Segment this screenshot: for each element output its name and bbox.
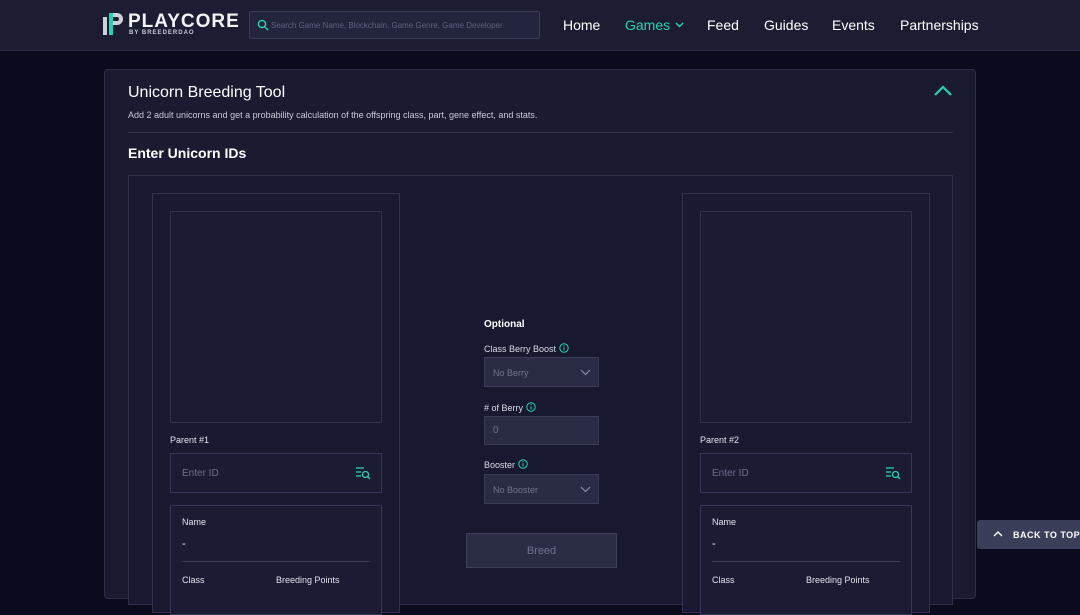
- nav-guides[interactable]: Guides: [764, 17, 808, 33]
- section-title: Enter Unicorn IDs: [128, 145, 247, 161]
- search-icon: [257, 19, 269, 31]
- list-search-icon[interactable]: [355, 466, 371, 480]
- search-input[interactable]: [271, 12, 536, 38]
- back-to-top-label: BACK TO TOP: [1013, 530, 1080, 540]
- info-icon[interactable]: [559, 343, 569, 353]
- chevron-down-icon: [580, 486, 591, 493]
- chevron-up-icon: [993, 531, 1003, 537]
- info-icon[interactable]: [518, 459, 528, 469]
- chevron-down-icon: [675, 22, 684, 28]
- berry-count-field[interactable]: [484, 416, 599, 445]
- tool-title: Unicorn Breeding Tool: [128, 84, 286, 101]
- parent-2-panel: Parent #2 Name - Class Breeding Points: [682, 193, 930, 615]
- nav-games[interactable]: Games: [625, 17, 684, 33]
- class-label: Class: [712, 575, 735, 585]
- breed-button[interactable]: Breed: [466, 533, 617, 568]
- name-value: -: [182, 538, 186, 550]
- name-value: -: [712, 538, 716, 550]
- booster-value: No Booster: [493, 485, 539, 495]
- header-divider: [128, 132, 953, 133]
- name-label: Name: [182, 517, 207, 527]
- breeding-points-label: Breeding Points: [276, 575, 340, 585]
- game-search-box[interactable]: [249, 11, 540, 39]
- nav-games-label: Games: [625, 17, 671, 33]
- berry-count-label-text: # of Berry: [484, 403, 524, 413]
- name-label: Name: [712, 517, 737, 527]
- parent-2-id-field[interactable]: [700, 453, 912, 493]
- parent-1-id-field[interactable]: [170, 453, 382, 493]
- parent-2-id-input[interactable]: [712, 454, 882, 492]
- optional-title: Optional: [484, 319, 525, 330]
- parent-1-info: Name - Class Breeding Points: [170, 505, 382, 615]
- info-divider: [182, 561, 370, 562]
- parent-2-info: Name - Class Breeding Points: [700, 505, 912, 615]
- breeding-points-label: Breeding Points: [806, 575, 870, 585]
- berry-count-label: # of Berry: [484, 402, 536, 413]
- booster-label: Booster: [484, 459, 528, 470]
- breeding-tool-card: Unicorn Breeding Tool Add 2 adult unicor…: [104, 69, 976, 615]
- info-divider: [712, 561, 900, 562]
- parent-2-image: [700, 211, 912, 423]
- nav-feed[interactable]: Feed: [707, 17, 739, 33]
- berry-boost-label-text: Class Berry Boost: [484, 344, 557, 354]
- chevron-down-icon: [580, 369, 591, 376]
- chevron-up-icon[interactable]: [933, 84, 953, 98]
- berry-count-input[interactable]: [493, 417, 593, 444]
- booster-label-text: Booster: [484, 460, 516, 470]
- parent-1-id-input[interactable]: [182, 454, 352, 492]
- berry-boost-value: No Berry: [493, 368, 529, 378]
- nav-home[interactable]: Home: [563, 17, 600, 33]
- tool-description: Add 2 adult unicorns and get a probabili…: [128, 110, 538, 120]
- playcore-logo-icon: [103, 13, 123, 35]
- parent-2-label: Parent #2: [700, 435, 740, 445]
- booster-select[interactable]: No Booster: [484, 474, 599, 504]
- parent-1-panel: Parent #1 Name - Class Breeding Points: [152, 193, 400, 615]
- nav-events[interactable]: Events: [832, 17, 875, 33]
- breeding-form: Parent #1 Name - Class Breeding Points: [128, 175, 953, 615]
- nav-partnerships[interactable]: Partnerships: [900, 17, 979, 33]
- berry-boost-label: Class Berry Boost: [484, 343, 569, 354]
- info-icon[interactable]: [526, 402, 536, 412]
- class-label: Class: [182, 575, 205, 585]
- berry-boost-select[interactable]: No Berry: [484, 357, 599, 387]
- back-to-top-button[interactable]: BACK TO TOP: [977, 520, 1080, 549]
- parent-1-image: [170, 211, 382, 423]
- parent-1-label: Parent #1: [170, 435, 210, 445]
- list-search-icon[interactable]: [885, 466, 901, 480]
- top-navbar: PLAYCORE BY BREEDERDAO Home Games Feed G…: [0, 0, 1080, 51]
- brand-byline: BY BREEDERDAO: [129, 30, 195, 36]
